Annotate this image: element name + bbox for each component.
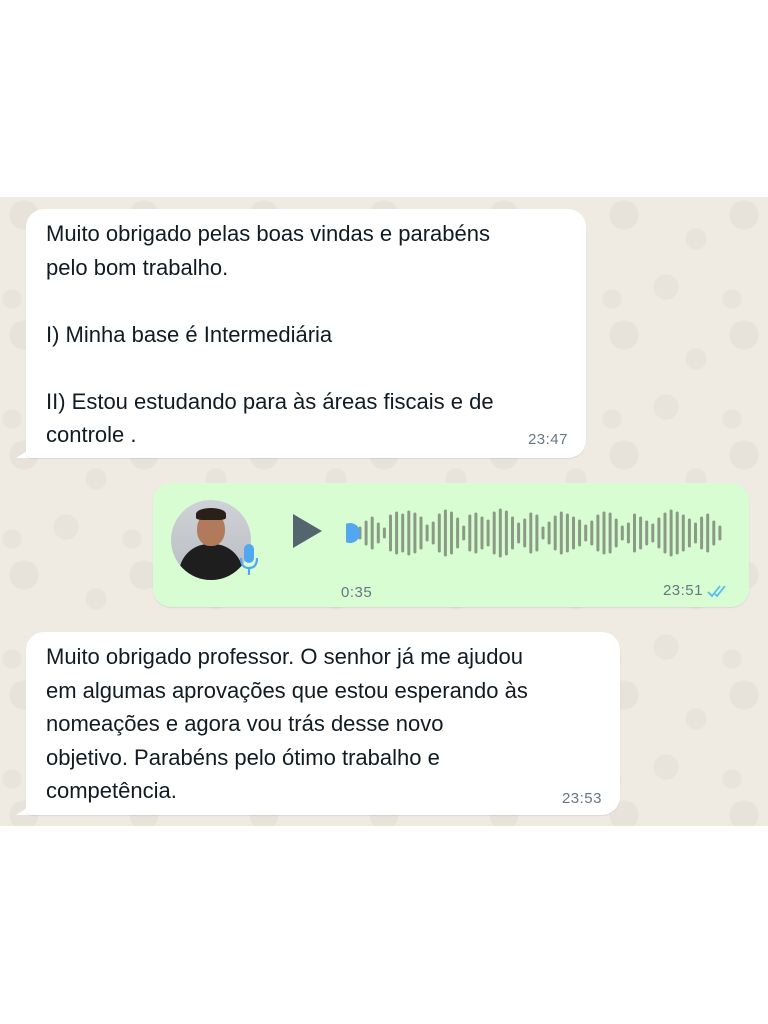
incoming-message[interactable]: Muito obrigado pelas boas vindas e parab… [26,209,586,458]
voice-duration: 0:35 [341,584,373,601]
page: Muito obrigado pelas boas vindas e parab… [0,0,768,1024]
message-status: 23:51 [663,582,729,599]
play-icon[interactable] [293,514,322,548]
microphone-icon [239,544,259,575]
playback-position-handle[interactable] [346,523,360,543]
message-text: Muito obrigado pelas boas vindas e parab… [46,221,494,447]
double-check-icon [707,584,726,597]
message-timestamp: 23:53 [561,790,602,807]
incoming-message[interactable]: Muito obrigado professor. O senhor já me… [26,632,620,815]
message-timestamp: 23:47 [527,431,568,448]
message-text: Muito obrigado professor. O senhor já me… [46,644,528,803]
audio-waveform[interactable] [346,505,726,561]
message-timestamp: 23:51 [662,582,703,599]
outgoing-voice-message[interactable]: 0:35 23:51 [153,483,749,607]
